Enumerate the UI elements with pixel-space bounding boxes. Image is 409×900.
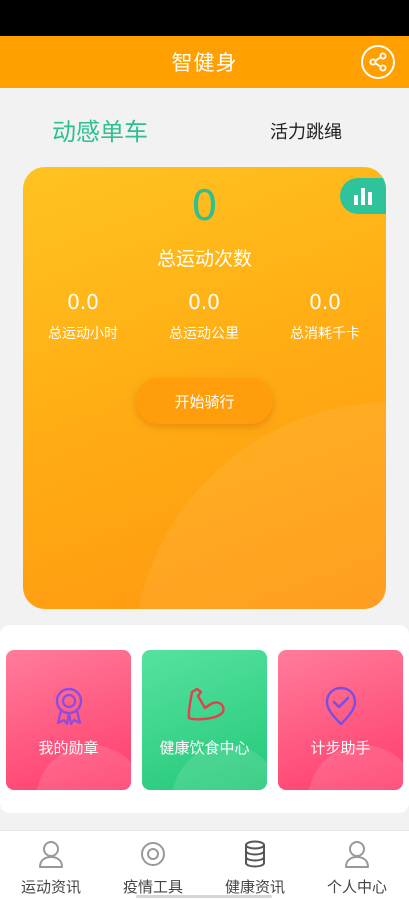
nav-label: 健康资讯 [224,878,285,896]
metric-value: 0.0 [309,290,341,314]
nav-health-news[interactable]: 健康资讯 [204,839,306,897]
app-header: 智健身 [0,36,409,88]
metric-distance: 0.0 总运动公里 [144,290,264,343]
metric-value: 0.0 [188,290,220,314]
nav-epidemic-tools[interactable]: 疫情工具 [102,839,204,897]
nav-label: 运动资讯 [20,878,81,896]
share-button[interactable] [361,45,395,79]
nav-label: 疫情工具 [122,878,183,896]
medal-icon [55,687,82,726]
tab-cycling[interactable]: 动感单车 [52,112,148,147]
share-icon [369,52,387,72]
metric-value: 0.0 [67,290,99,314]
location-check-icon [325,686,356,726]
home-indicator [136,895,272,898]
feature-label: 健康饮食中心 [159,739,250,757]
nav-personal-center[interactable]: 个人中心 [306,839,408,897]
feature-healthy-diet[interactable]: 健康饮食中心 [142,650,267,790]
total-count-label: 总运动次数 [156,248,252,270]
target-icon [141,842,165,866]
feature-step-assistant[interactable]: 计步助手 [278,650,403,790]
feature-panel: 我的勋章 健康饮食中心 计步助手 [0,625,409,813]
total-count-value: 0 [191,181,218,230]
app-title: 智健身 [171,51,238,75]
feature-label: 计步助手 [310,739,371,757]
database-icon [245,840,265,868]
bottom-nav: 运动资讯 疫情工具 健康资讯 个人中心 [0,830,409,900]
muscle-arm-icon [187,687,225,721]
tab-jump-rope[interactable]: 活力跳绳 [270,118,342,144]
card-decoration [133,402,386,609]
nav-label: 个人中心 [326,878,387,896]
metric-label: 总消耗千卡 [290,326,360,342]
person-icon [345,841,369,868]
metric-label: 总运动公里 [169,326,239,342]
feature-my-medals[interactable]: 我的勋章 [6,650,131,790]
nav-sports-news[interactable]: 运动资讯 [0,839,102,897]
sport-tabs: 动感单车 活力跳绳 [0,100,409,156]
status-bar [0,0,409,36]
metric-calories: 0.0 总消耗千卡 [265,290,385,343]
metric-label: 总运动小时 [48,326,118,342]
feature-label: 我的勋章 [38,739,99,757]
stats-card: 0 总运动次数 0.0 总运动小时 0.0 总运动公里 0.0 总消耗千卡 开始… [23,167,386,609]
metric-hours: 0.0 总运动小时 [23,290,143,343]
start-riding-button[interactable]: 开始骑行 [136,378,273,424]
person-icon [39,841,63,868]
